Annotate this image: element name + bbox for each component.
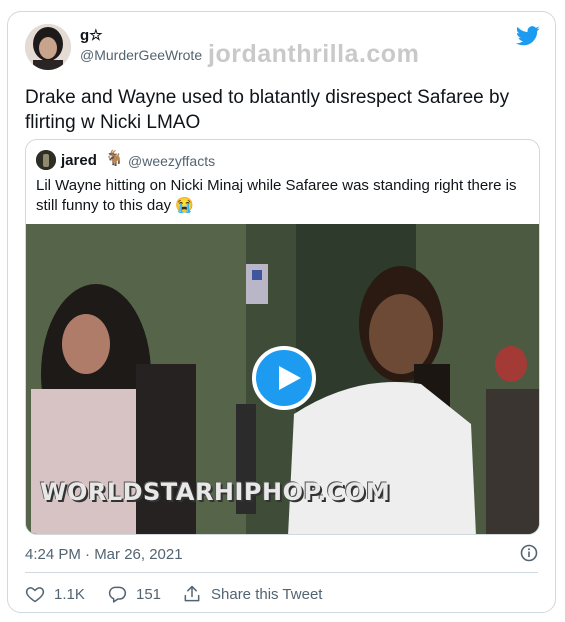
quoted-avatar[interactable] bbox=[36, 150, 56, 170]
quoted-tweet-text: Lil Wayne hitting on Nicki Minaj while S… bbox=[36, 177, 517, 214]
tweet-text: Drake and Wayne used to blatantly disres… bbox=[25, 87, 510, 133]
site-watermark: jordanthrilla.com bbox=[208, 40, 420, 68]
reply-button[interactable]: 151 bbox=[107, 584, 161, 604]
share-button[interactable]: Share this Tweet bbox=[182, 584, 322, 604]
tweet-card: g☆ @MurderGeeWrote jordanthrilla.com Dra… bbox=[7, 11, 556, 613]
goat-emoji: 🐐 bbox=[105, 150, 124, 167]
heart-icon bbox=[25, 587, 45, 603]
share-icon bbox=[184, 585, 200, 602]
play-icon bbox=[279, 366, 301, 390]
timestamp[interactable]: 4:24 PM · Mar 26, 2021 bbox=[25, 546, 183, 563]
user-handle[interactable]: @MurderGeeWrote bbox=[80, 47, 202, 63]
avatar[interactable] bbox=[25, 24, 71, 70]
like-count: 1.1K bbox=[54, 585, 85, 603]
video-watermark: WORLDSTARHIPHOP.COM bbox=[40, 478, 391, 506]
share-label: Share this Tweet bbox=[211, 585, 323, 603]
display-name[interactable]: g☆ bbox=[80, 26, 103, 44]
reply-icon bbox=[108, 586, 127, 603]
quoted-handle[interactable]: @weezyffacts bbox=[128, 153, 215, 169]
like-button[interactable]: 1.1K bbox=[25, 584, 85, 604]
play-button[interactable] bbox=[252, 346, 316, 410]
divider bbox=[25, 572, 538, 573]
reply-count: 151 bbox=[136, 585, 162, 603]
info-icon[interactable] bbox=[520, 544, 538, 562]
twitter-bird-icon[interactable] bbox=[516, 26, 540, 46]
quoted-tweet[interactable]: jared 🐐 @weezyffacts Lil Wayne hitting o… bbox=[25, 139, 540, 535]
video-player[interactable]: WORLDSTARHIPHOP.COM bbox=[26, 224, 539, 534]
quoted-display-name[interactable]: jared bbox=[61, 152, 97, 169]
